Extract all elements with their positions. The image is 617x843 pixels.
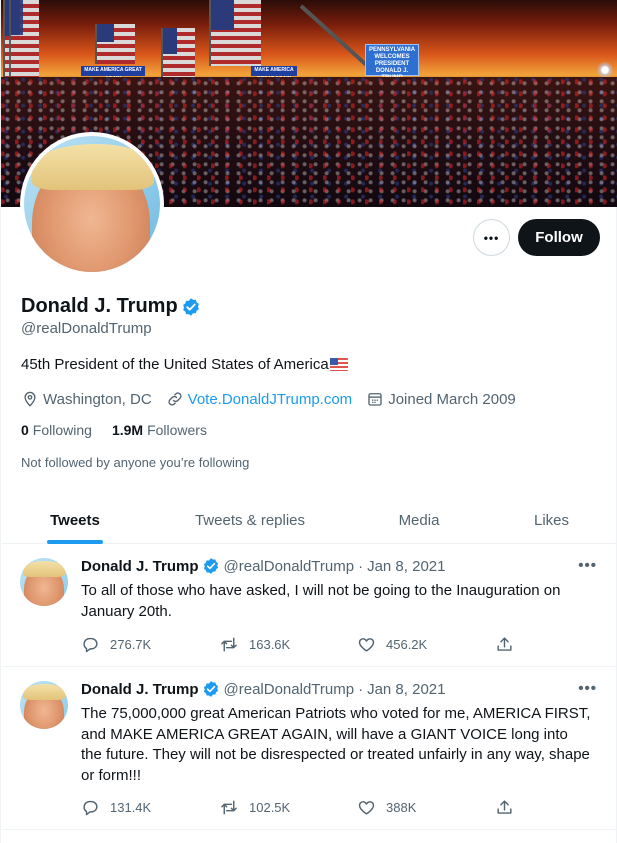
share-icon [497,800,512,814]
tab-label: Likes [533,512,570,529]
profile-name-row: Donald J. Trump [21,295,201,318]
verified-badge-icon [203,681,218,697]
reply-count: 131.4K [110,800,152,815]
tweet-date[interactable]: Jan 8, 2021 [367,681,445,698]
tweet-author-handle[interactable]: @realDonaldTrump [224,681,355,698]
link-icon [168,392,182,406]
tweet[interactable]: Donald J. Trump @realDonaldTrump · Jan 8… [2,668,617,830]
tweet-separator: · [358,557,364,575]
like-count: 388K [386,800,417,815]
following-count: 0 [21,422,29,438]
tweet-author-name[interactable]: Donald J. Trump [81,558,199,575]
profile-bio: 45th President of the United States of A… [21,356,348,373]
profile-handle: @realDonaldTrump [21,320,152,337]
tweet-text: To all of those who have asked, I will n… [81,582,561,620]
tweet-header: Donald J. Trump @realDonaldTrump · Jan 8… [81,680,445,698]
profile-avatar[interactable] [20,132,164,276]
tweet-separator: · [358,680,364,698]
retweet-icon [221,637,237,652]
location-text: Washington, DC [43,390,152,408]
retweet-button[interactable]: 163.6K [219,635,357,654]
tweet-date[interactable]: Jan 8, 2021 [367,558,445,575]
retweet-icon [221,800,237,815]
not-followed-notice: Not followed by anyone you’re following [21,455,250,470]
joined-item: Joined March 2009 [366,390,516,408]
tab-likes[interactable]: Likes [486,497,617,544]
calendar-icon [368,393,382,406]
profile-tabs: Tweets Tweets & replies Media Likes [2,497,617,544]
display-name: Donald J. Trump [21,295,178,317]
more-options-button[interactable]: ••• [473,219,510,256]
retweet-count: 163.6K [249,637,291,652]
retweet-button[interactable]: 102.5K [219,798,357,817]
joined-text: Joined March 2009 [388,390,516,408]
followers-count: 1.9M [111,422,144,438]
following-link[interactable]: 0 Following [21,422,92,438]
like-count: 456.2K [386,637,428,652]
reply-icon [83,637,98,653]
tweet[interactable]: Donald J. Trump @realDonaldTrump · Jan 8… [2,545,617,667]
tab-tweets-replies[interactable]: Tweets & replies [148,497,352,544]
retweet-count: 102.5K [249,800,291,815]
us-flag-emoji-icon [329,358,348,371]
crane-decoration [299,4,370,68]
tweet-author-handle[interactable]: @realDonaldTrump [224,558,355,575]
location-pin-icon [24,391,36,407]
heart-icon [358,638,375,652]
like-button[interactable]: 456.2K [357,635,495,654]
reply-button[interactable]: 131.4K [81,798,219,817]
tab-label: Tweets [50,512,100,529]
followers-label: Followers [147,422,207,438]
flag-decoration [209,0,261,66]
tab-label: Tweets & replies [194,512,306,529]
more-icon[interactable]: ••• [578,680,597,697]
active-tab-indicator [47,540,103,544]
banner-sign-center: PENNSYLVANIA WELCOMES PRESIDENT DONALD J… [365,44,419,81]
tab-media[interactable]: Media [352,497,486,544]
reply-button[interactable]: 276.7K [81,635,219,654]
bio-text: 45th President of the United States of A… [21,356,329,373]
tweet-avatar[interactable] [20,681,68,729]
more-icon: ••• [483,230,500,245]
banner-sign-left: MAKE AMERICA GREAT AGAIN [81,66,145,82]
stage-light [597,62,613,78]
share-button[interactable] [495,635,525,654]
website-link[interactable]: Vote.DonaldJTrump.com [188,391,353,408]
flag-decoration [95,24,135,64]
tweet-actions: 131.4K 102.5K 388K [81,798,525,817]
avatar-image [24,136,160,272]
following-label: Following [32,422,92,438]
verified-badge-icon [203,558,218,574]
banner-sign-right: MAKE AMERICA GREAT AGAIN [251,66,297,82]
more-icon[interactable]: ••• [578,557,597,574]
verified-badge-icon [182,297,199,316]
heart-icon [358,801,375,815]
followers-link[interactable]: 1.9M Followers [112,422,207,438]
tweet-avatar[interactable] [20,558,68,606]
profile-page: MAKE AMERICA GREAT AGAIN MAKE AMERICA GR… [0,0,617,843]
share-icon [497,637,512,651]
location-item: Washington, DC [21,390,152,408]
share-button[interactable] [495,798,525,817]
tweet-actions: 276.7K 163.6K 456.2K [81,635,525,654]
reply-count: 276.7K [110,637,152,652]
follow-button[interactable]: Follow [518,219,600,256]
reply-icon [83,800,98,816]
tab-label: Media [398,512,440,529]
profile-meta: Washington, DC Vote.DonaldJTrump.com Joi… [21,390,530,408]
like-button[interactable]: 388K [357,798,495,817]
tweet-header: Donald J. Trump @realDonaldTrump · Jan 8… [81,557,445,575]
flag-decoration [9,0,37,78]
follow-counts: 0 Following 1.9M Followers [21,422,227,438]
tweet-text: The 75,000,000 great American Patriots w… [81,705,591,784]
tweet-author-name[interactable]: Donald J. Trump [81,681,199,698]
website-item[interactable]: Vote.DonaldJTrump.com [166,390,353,408]
tab-tweets[interactable]: Tweets [2,497,148,544]
